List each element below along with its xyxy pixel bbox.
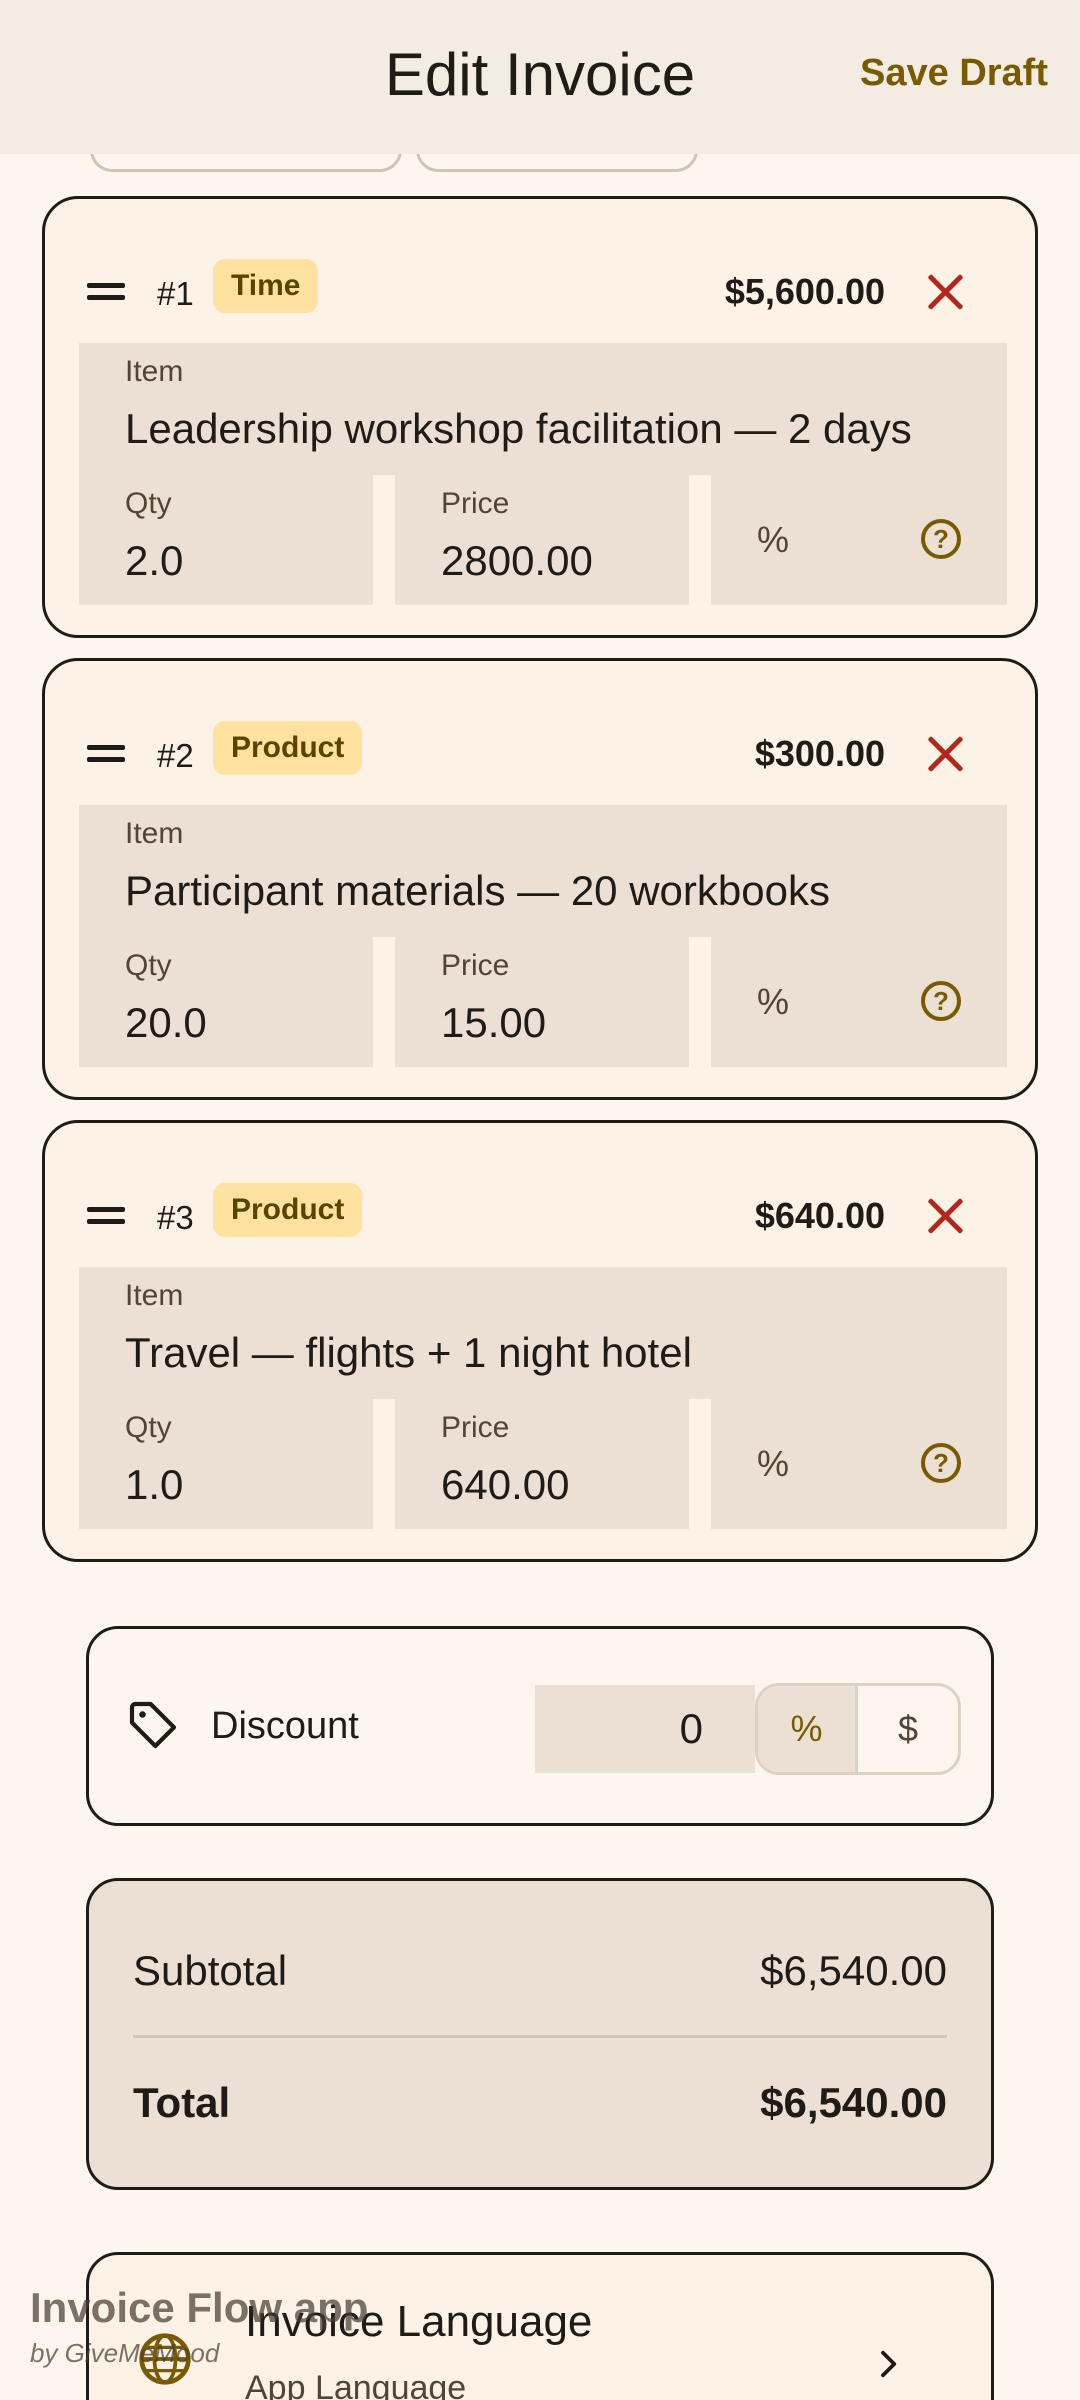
item-field-label: Item xyxy=(125,817,184,850)
item-field-label: Item xyxy=(125,1279,184,1312)
subtotal-label: Subtotal xyxy=(133,1947,288,1994)
save-draft-button[interactable]: Save Draft xyxy=(860,52,1048,95)
invoice-language-subtitle: App Language xyxy=(245,2369,467,2400)
qty-field-value: 2.0 xyxy=(125,537,184,584)
total-row: Total $6,540.00 xyxy=(133,2079,947,2127)
item-description-field[interactable]: Item Leadership workshop facilitation — … xyxy=(79,343,1007,475)
line-item-amount: $5,600.00 xyxy=(724,271,885,312)
item-type-badge: Product xyxy=(213,1183,363,1237)
item-discount-field[interactable]: % ? xyxy=(711,475,1007,605)
help-icon[interactable]: ? xyxy=(921,981,961,1021)
totals-card: Subtotal $6,540.00 Total $6,540.00 xyxy=(86,1878,994,2190)
line-item-number: #3 xyxy=(157,1199,194,1236)
line-item-amount: $640.00 xyxy=(754,1195,885,1236)
line-item-number: #1 xyxy=(157,275,194,312)
item-type-badge: Product xyxy=(213,721,363,775)
discount-percent-option[interactable]: % xyxy=(758,1686,858,1772)
price-field-value: 640.00 xyxy=(441,1461,570,1508)
price-field-label: Price xyxy=(441,487,510,520)
drag-handle-icon[interactable] xyxy=(87,1207,127,1227)
price-field[interactable]: Price 640.00 xyxy=(395,1399,689,1529)
drag-handle-icon[interactable] xyxy=(87,283,127,303)
remove-item-icon[interactable] xyxy=(925,1197,965,1237)
line-item-number: #2 xyxy=(157,737,194,774)
subtotal-row: Subtotal $6,540.00 xyxy=(133,1947,947,1995)
item-field-value: Participant materials — 20 workbooks xyxy=(125,867,830,914)
discount-label: Discount xyxy=(211,1705,359,1747)
item-description-field[interactable]: Item Participant materials — 20 workbook… xyxy=(79,805,1007,937)
item-description-field[interactable]: Item Travel — flights + 1 night hotel xyxy=(79,1267,1007,1399)
field-divider xyxy=(373,1399,395,1529)
field-divider xyxy=(689,475,711,605)
quantity-field[interactable]: Qty 1.0 xyxy=(79,1399,373,1529)
line-item-card: #2 Product $300.00 Item Participant mate… xyxy=(42,658,1038,1100)
app-watermark: Invoice Flow app by GiveMeMood xyxy=(30,2284,368,2369)
qty-field-value: 20.0 xyxy=(125,999,207,1046)
watermark-subtitle: by GiveMeMood xyxy=(30,2338,220,2368)
watermark-title: Invoice Flow app xyxy=(30,2284,369,2331)
total-value: $6,540.00 xyxy=(760,2079,947,2126)
item-field-value: Travel — flights + 1 night hotel xyxy=(125,1329,692,1376)
discount-input[interactable]: 0 xyxy=(535,1685,755,1773)
price-field-label: Price xyxy=(441,1411,510,1444)
line-item-card: #1 Time $5,600.00 Item Leadership worksh… xyxy=(42,196,1038,638)
price-field[interactable]: Price 15.00 xyxy=(395,937,689,1067)
field-divider xyxy=(373,475,395,605)
discount-dollar-option[interactable]: $ xyxy=(858,1686,958,1772)
item-discount-field[interactable]: % ? xyxy=(711,1399,1007,1529)
discount-card: Discount 0 % $ xyxy=(86,1626,994,1826)
qty-field-value: 1.0 xyxy=(125,1461,184,1508)
field-divider xyxy=(689,937,711,1067)
remove-item-icon[interactable] xyxy=(925,273,965,313)
line-item-card: #3 Product $640.00 Item Travel — flights… xyxy=(42,1120,1038,1562)
item-field-value: Leadership workshop facilitation — 2 day… xyxy=(125,405,912,452)
quantity-field[interactable]: Qty 2.0 xyxy=(79,475,373,605)
qty-field-label: Qty xyxy=(125,487,172,520)
price-field-value: 15.00 xyxy=(441,999,547,1046)
price-field[interactable]: Price 2800.00 xyxy=(395,475,689,605)
item-field-label: Item xyxy=(125,355,184,388)
tag-icon xyxy=(129,1701,177,1749)
percent-sign: % xyxy=(757,1443,790,1484)
item-discount-field[interactable]: % ? xyxy=(711,937,1007,1067)
qty-field-label: Qty xyxy=(125,1411,172,1444)
item-type-badge: Time xyxy=(213,259,319,313)
percent-sign: % xyxy=(757,519,790,560)
totals-divider xyxy=(133,2035,947,2038)
field-divider xyxy=(373,937,395,1067)
help-icon[interactable]: ? xyxy=(921,519,961,559)
subtotal-value: $6,540.00 xyxy=(760,1947,947,1994)
chevron-right-icon xyxy=(881,2350,897,2378)
help-icon[interactable]: ? xyxy=(921,1443,961,1483)
app-header: Edit Invoice Save Draft xyxy=(0,0,1080,154)
line-item-amount: $300.00 xyxy=(754,733,885,774)
percent-sign: % xyxy=(757,981,790,1022)
price-field-value: 2800.00 xyxy=(441,537,593,584)
price-field-label: Price xyxy=(441,949,510,982)
remove-item-icon[interactable] xyxy=(925,735,965,775)
field-divider xyxy=(689,1399,711,1529)
qty-field-label: Qty xyxy=(125,949,172,982)
total-label: Total xyxy=(133,2079,231,2126)
quantity-field[interactable]: Qty 20.0 xyxy=(79,937,373,1067)
discount-type-toggle: % $ xyxy=(755,1683,961,1775)
drag-handle-icon[interactable] xyxy=(87,745,127,765)
